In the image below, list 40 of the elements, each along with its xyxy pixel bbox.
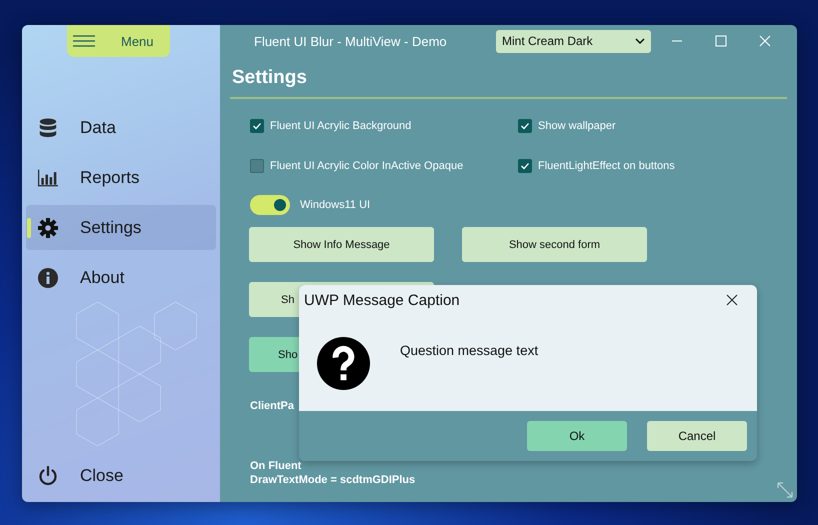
dialog-message: Question message text xyxy=(400,343,538,358)
close-button[interactable]: Close xyxy=(26,453,216,498)
menu-icon xyxy=(73,35,95,47)
close-icon xyxy=(726,294,738,306)
checkmark-icon xyxy=(520,161,530,171)
sidebar-item[interactable]: About xyxy=(26,255,216,300)
resize-grip-icon xyxy=(777,482,793,498)
checkbox[interactable] xyxy=(250,119,264,133)
toggle-switch[interactable] xyxy=(250,195,290,215)
checkmark-icon xyxy=(252,121,262,131)
question-icon xyxy=(316,336,371,391)
info-text: On Fluent xyxy=(250,459,302,473)
sidebar-item[interactable]: Reports xyxy=(26,155,216,200)
bar-chart-icon xyxy=(38,168,58,188)
checkmark-icon xyxy=(520,121,530,131)
settings-heading: Settings xyxy=(230,67,787,99)
theme-dropdown[interactable]: Mint Cream Dark xyxy=(496,30,651,52)
chevron-down-icon xyxy=(635,38,645,44)
menu-button[interactable]: Menu xyxy=(67,25,170,57)
action-button[interactable]: Show Info Message xyxy=(249,227,434,262)
close-icon xyxy=(759,35,771,47)
info-icon xyxy=(38,268,58,288)
window-title: Fluent UI Blur - MultiView - Demo xyxy=(254,34,448,48)
dialog-button[interactable]: Ok xyxy=(527,421,627,451)
database-icon xyxy=(38,118,58,138)
toggle-label: Windows11 UI xyxy=(300,199,370,211)
dialog-caption: UWP Message Caption xyxy=(304,292,460,308)
info-text: ClientPa xyxy=(250,399,296,413)
info-text: DrawTextMode = scdtmGDIPlus xyxy=(250,473,416,487)
checkbox[interactable] xyxy=(250,159,264,173)
settings-icon xyxy=(38,218,58,238)
power-icon xyxy=(38,466,58,486)
checkbox[interactable] xyxy=(518,119,532,133)
selection-indicator xyxy=(27,218,31,238)
action-button[interactable]: Show second form xyxy=(462,227,647,262)
maximize-icon xyxy=(715,35,727,47)
sidebar-item[interactable]: Data xyxy=(26,105,216,150)
checkbox[interactable] xyxy=(518,159,532,173)
dialog-button[interactable]: Cancel xyxy=(647,421,747,451)
sidebar-item[interactable]: Settings xyxy=(26,205,216,250)
